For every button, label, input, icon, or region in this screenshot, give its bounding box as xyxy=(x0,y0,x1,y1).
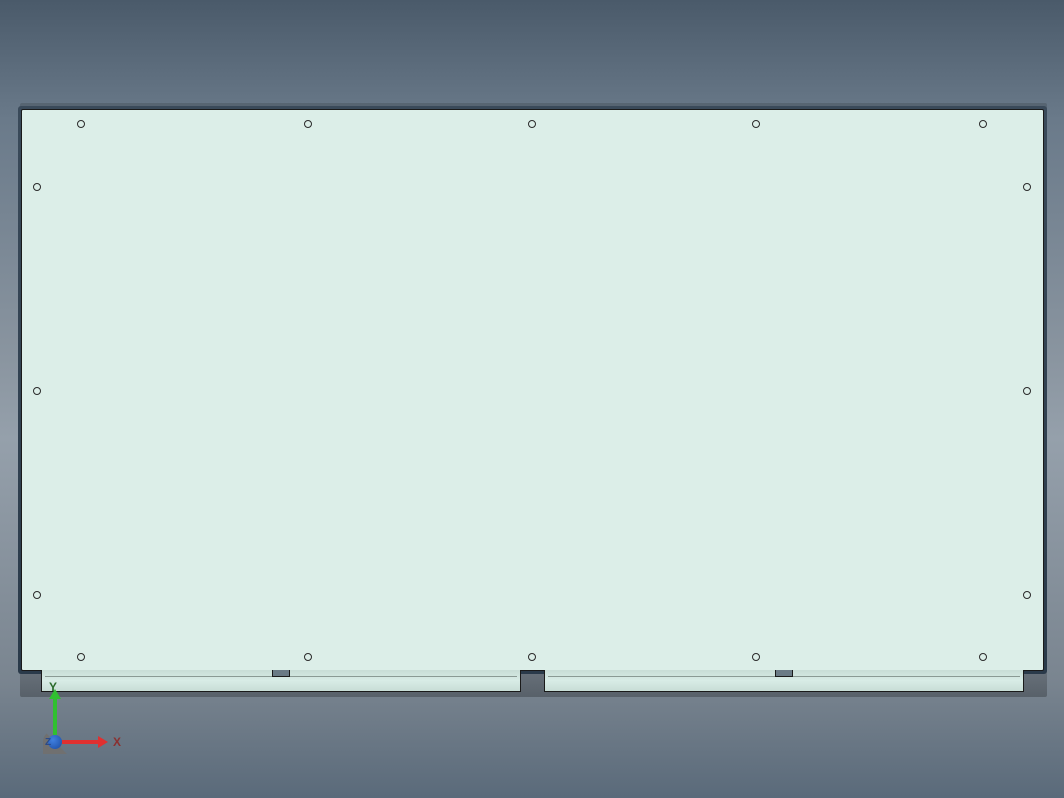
rail-notch[interactable] xyxy=(272,670,290,677)
y-axis-label: Y xyxy=(49,680,57,694)
model-panel-face[interactable] xyxy=(21,109,1044,671)
panel-hole[interactable] xyxy=(528,653,536,661)
panel-hole[interactable] xyxy=(1023,591,1031,599)
panel-hole[interactable] xyxy=(304,120,312,128)
model-rail-left[interactable] xyxy=(41,670,521,692)
panel-hole[interactable] xyxy=(752,653,760,661)
panel-hole[interactable] xyxy=(77,120,85,128)
panel-hole[interactable] xyxy=(33,591,41,599)
panel-hole[interactable] xyxy=(77,653,85,661)
reference-triad[interactable]: X Y Z xyxy=(35,692,105,762)
model-rail-right[interactable] xyxy=(544,670,1024,692)
panel-hole[interactable] xyxy=(1023,387,1031,395)
x-axis-icon[interactable] xyxy=(62,740,100,744)
panel-hole[interactable] xyxy=(528,120,536,128)
panel-hole[interactable] xyxy=(304,653,312,661)
panel-hole[interactable] xyxy=(1023,183,1031,191)
graphics-viewport[interactable]: X Y Z xyxy=(0,0,1064,798)
panel-hole[interactable] xyxy=(33,387,41,395)
rail-notch[interactable] xyxy=(775,670,793,677)
z-axis-label: Z xyxy=(45,737,51,748)
x-axis-label: X xyxy=(113,735,121,749)
panel-hole[interactable] xyxy=(752,120,760,128)
panel-hole[interactable] xyxy=(979,653,987,661)
y-axis-icon[interactable] xyxy=(53,697,57,735)
panel-hole[interactable] xyxy=(979,120,987,128)
panel-hole[interactable] xyxy=(33,183,41,191)
